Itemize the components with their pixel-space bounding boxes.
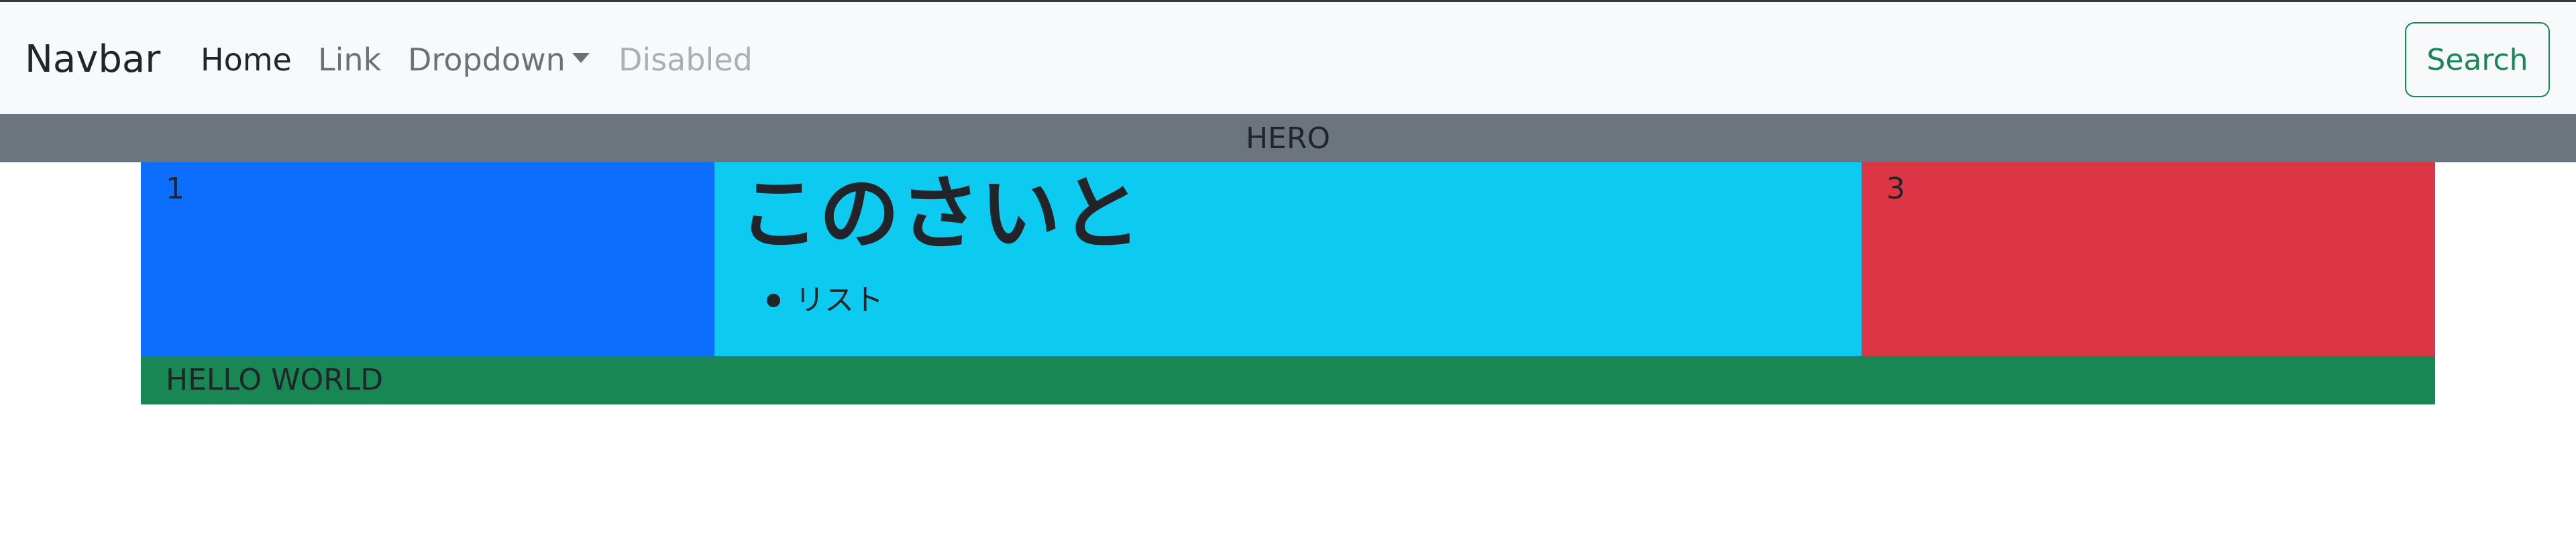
list-item-text: リスト	[795, 283, 883, 317]
page-heading: このさいと	[739, 168, 1141, 261]
page: Navbar Home Link Dropdown Disabled Searc…	[0, 0, 2576, 556]
footer-label: HELLO WORLD	[166, 363, 384, 397]
navbar: Navbar Home Link Dropdown Disabled Searc…	[0, 0, 2576, 114]
hero-label: HERO	[1245, 121, 1331, 156]
nav-link-disabled: Disabled	[619, 42, 753, 78]
bullet-icon	[767, 294, 780, 307]
column-3-label: 3	[1886, 172, 1905, 206]
list-item: リスト	[767, 280, 883, 321]
bullet-list: リスト	[767, 280, 883, 321]
hero-banner: HERO	[0, 114, 2576, 162]
column-1-label: 1	[166, 172, 184, 206]
search-button[interactable]: Search	[2405, 22, 2550, 97]
column-2: このさいと リスト	[714, 162, 1862, 356]
nav-link-home[interactable]: Home	[201, 40, 292, 80]
footer-bar: HELLO WORLD	[141, 356, 2435, 404]
nav-dropdown-label: Dropdown	[408, 42, 566, 78]
navbar-brand[interactable]: Navbar	[25, 36, 160, 84]
caret-down-icon	[572, 53, 590, 63]
nav-link-link[interactable]: Link	[318, 40, 381, 80]
nav-dropdown-toggle[interactable]: Dropdown	[408, 40, 590, 80]
column-3: 3	[1862, 162, 2435, 356]
column-1: 1	[141, 162, 714, 356]
